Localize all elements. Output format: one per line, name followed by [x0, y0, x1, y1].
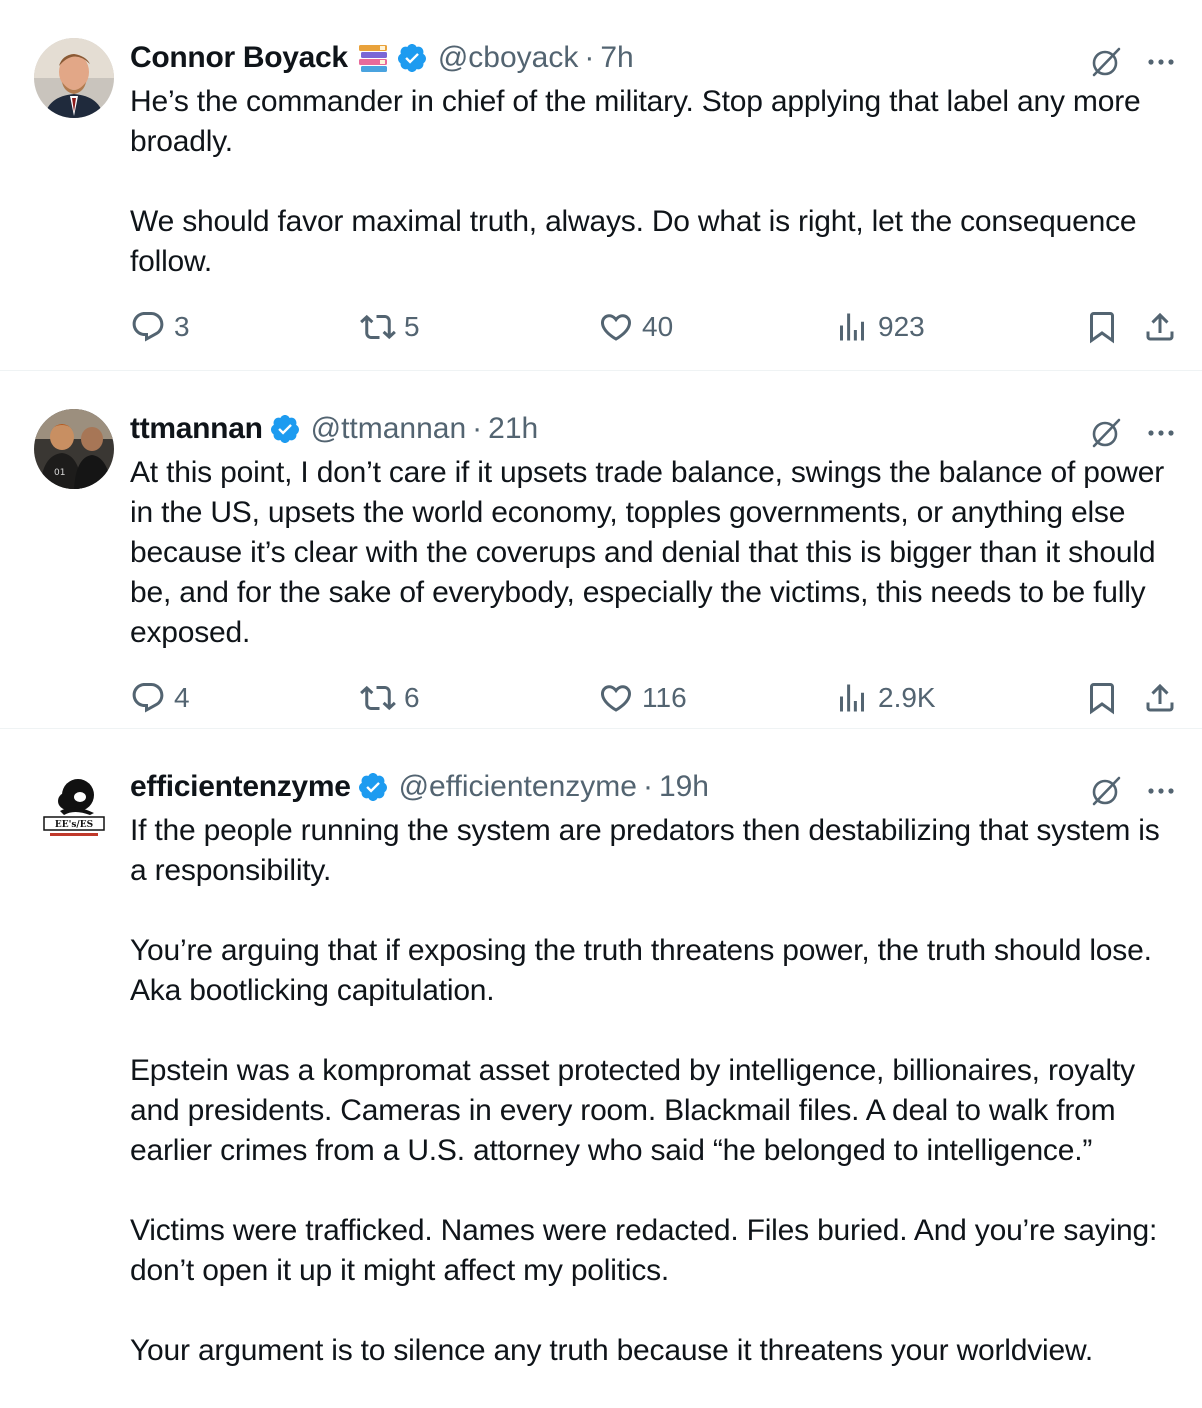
handle[interactable]: @cboyack — [438, 36, 579, 80]
handle[interactable]: @efficientenzyme — [399, 765, 637, 809]
separator-dot: · — [642, 770, 653, 803]
bookmark-icon — [1090, 683, 1114, 715]
like-count: 116 — [642, 682, 687, 713]
more-options-icon[interactable] — [1144, 774, 1178, 808]
heart-icon — [600, 685, 632, 712]
avatar[interactable]: EE's/ES — [34, 767, 114, 847]
grok-icon[interactable] — [1088, 415, 1124, 451]
display-name[interactable]: ttmannan — [130, 407, 263, 451]
tweet-paragraph: He’s the commander in chief of the milit… — [130, 85, 1141, 158]
retweet-count: 6 — [404, 682, 420, 713]
grok-icon[interactable] — [1088, 44, 1124, 80]
views-count: 2.9K — [878, 682, 936, 713]
views-button[interactable]: 923 — [834, 309, 925, 345]
tweet-paragraph: At this point, I don’t care if it upsets… — [130, 456, 1165, 649]
tweet-paragraph: Victims were trafficked. Names were reda… — [130, 1214, 1158, 1287]
group-photo-avatar-icon: 01 — [34, 409, 114, 489]
verified-badge-icon[interactable] — [396, 42, 428, 74]
share-button[interactable] — [1142, 680, 1178, 716]
tweet-top-actions — [1088, 44, 1178, 80]
tweet-text: He’s the commander in chief of the milit… — [130, 82, 1170, 282]
reply-icon — [132, 312, 164, 342]
share-icon — [1146, 683, 1174, 712]
tweet-text: At this point, I don’t care if it upsets… — [130, 453, 1170, 653]
timestamp[interactable]: 19h — [659, 765, 709, 809]
reply-count: 4 — [174, 682, 190, 713]
tweet-paragraph: If the people running the system are pre… — [130, 814, 1160, 887]
bookmark-button[interactable] — [1084, 309, 1120, 345]
tweet[interactable]: Connor Boyack @cboyack · 7h He’s the com… — [0, 0, 1202, 371]
bookmark-icon — [1090, 312, 1114, 344]
share-button[interactable] — [1142, 309, 1178, 345]
heart-icon — [600, 314, 632, 341]
grok-icon[interactable] — [1088, 773, 1124, 809]
display-name[interactable]: Connor Boyack — [130, 36, 348, 80]
views-button[interactable]: 2.9K — [834, 680, 936, 716]
separator-dot: · — [472, 412, 483, 445]
more-options-icon[interactable] — [1144, 416, 1178, 450]
tweet[interactable]: 01 ttmannan @ttmannan · 21h At this poin… — [0, 371, 1202, 729]
timestamp[interactable]: 21h — [488, 407, 538, 451]
ee-es-logo-avatar-icon: EE's/ES — [34, 767, 114, 847]
reply-button[interactable]: 4 — [130, 680, 190, 716]
avatar[interactable] — [34, 38, 114, 118]
separator-dot: · — [584, 41, 595, 74]
verified-badge-icon[interactable] — [357, 771, 389, 803]
share-icon — [1146, 312, 1174, 341]
tweet-paragraph: Epstein was a kompromat asset protected … — [130, 1054, 1135, 1167]
reply-icon — [132, 683, 164, 713]
tweet-header: ttmannan @ttmannan · 21h — [130, 407, 1170, 451]
views-icon — [840, 684, 864, 712]
tweet[interactable]: EE's/ES efficientenzyme @efficientenzyme… — [0, 729, 1202, 1408]
display-name[interactable]: efficientenzyme — [130, 765, 351, 809]
avatar[interactable]: 01 — [34, 409, 114, 489]
retweet-icon — [360, 314, 396, 340]
retweet-icon — [360, 685, 396, 711]
tweet-text: If the people running the system are pre… — [130, 811, 1170, 1371]
tweet-paragraph: Your argument is to silence any truth be… — [130, 1334, 1093, 1367]
reply-button[interactable]: 3 — [130, 309, 190, 345]
tweet-top-actions — [1088, 773, 1178, 809]
like-count: 40 — [642, 311, 674, 342]
timestamp[interactable]: 7h — [600, 36, 633, 80]
tweet-actions: 4 6 116 2.9K — [130, 676, 1188, 720]
views-icon — [840, 313, 864, 341]
verified-badge-icon[interactable] — [269, 413, 301, 445]
like-button[interactable]: 116 — [598, 680, 687, 716]
bookmark-button[interactable] — [1084, 680, 1120, 716]
tweet-paragraph: You’re arguing that if exposing the trut… — [130, 934, 1152, 1007]
logo-text: EE's/ES — [55, 820, 93, 830]
tweet-header: Connor Boyack @cboyack · 7h — [130, 36, 1170, 80]
retweet-button[interactable]: 6 — [360, 680, 420, 716]
more-options-icon[interactable] — [1144, 45, 1178, 79]
tweet-header: efficientenzyme @efficientenzyme · 19h — [130, 765, 1170, 809]
tweet-top-actions — [1088, 415, 1178, 451]
retweet-button[interactable]: 5 — [360, 309, 420, 345]
person-avatar-icon — [34, 38, 114, 118]
reply-count: 3 — [174, 311, 190, 342]
tweet-paragraph: We should favor maximal truth, always. D… — [130, 205, 1137, 278]
books-emoji-icon — [358, 45, 387, 72]
svg-text:01: 01 — [54, 468, 65, 478]
like-button[interactable]: 40 — [598, 309, 673, 345]
tweet-actions: 3 5 40 923 — [130, 305, 1188, 349]
views-count: 923 — [878, 311, 925, 342]
retweet-count: 5 — [404, 311, 420, 342]
handle[interactable]: @ttmannan — [311, 407, 467, 451]
